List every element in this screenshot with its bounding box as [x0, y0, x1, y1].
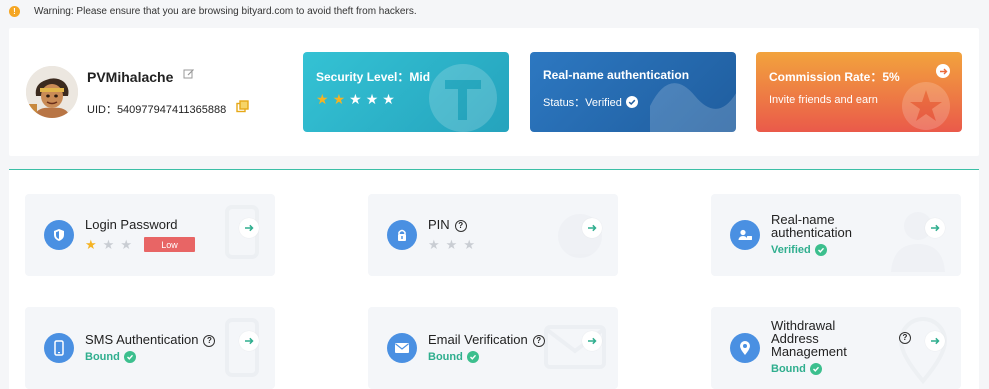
star-icon: ★: [445, 237, 458, 252]
security-settings-section: Login Password ★ ★ ★ Low PIN? ★ ★ ★ Real…: [9, 169, 979, 389]
tile-login-password[interactable]: Login Password ★ ★ ★ Low: [25, 194, 275, 276]
mail-icon: [387, 333, 417, 363]
uid-text: UID：540977947411365888: [87, 104, 227, 116]
profile-card: PVMihalache UID：540977947411365888 Secur…: [9, 28, 979, 156]
security-level-stars: ★ ★ ★ ★ ★: [316, 92, 395, 106]
status-text: Verified: [771, 244, 811, 256]
tile-pin[interactable]: PIN? ★ ★ ★: [368, 194, 618, 276]
tile-status: Bound: [428, 351, 479, 363]
star-icon: ★: [102, 237, 115, 252]
tile-status: Verified: [771, 244, 827, 256]
tile-title: PIN: [428, 217, 450, 232]
pin-strength-stars: ★ ★ ★: [428, 238, 475, 251]
tile-title-line2: authentication: [771, 225, 852, 240]
check-circle-icon: [123, 351, 136, 363]
arrow-right-icon: [931, 337, 940, 345]
login-password-arrow-button[interactable]: [239, 218, 259, 238]
copy-icon[interactable]: [236, 100, 249, 113]
arrow-right-icon: [939, 68, 947, 74]
password-strength-stars: ★ ★ ★: [85, 238, 132, 251]
warning-icon: !: [9, 5, 20, 17]
phone-watermark-icon: [225, 318, 259, 377]
check-circle-icon: [466, 351, 479, 363]
withdrawal-arrow-button[interactable]: [925, 331, 945, 351]
location-pin-icon: [730, 333, 760, 363]
star-icon: ★: [332, 91, 346, 107]
strength-badge: Low: [144, 237, 195, 252]
security-level-card[interactable]: Security Level：Mid ★ ★ ★ ★ ★: [303, 52, 509, 132]
arrow-right-icon: [931, 224, 940, 232]
phone-icon: [44, 333, 74, 363]
star-icon: ★: [85, 237, 97, 252]
realname-status-text: Status：Verified: [543, 97, 622, 109]
user-watermark-icon: [891, 212, 945, 272]
help-icon[interactable]: ?: [203, 335, 216, 347]
id-card-icon: [730, 220, 760, 250]
username: PVMihalache: [87, 69, 174, 85]
star-icon: ★: [382, 91, 395, 107]
shield-icon: [44, 220, 74, 250]
tile-title-row: PIN?: [428, 218, 467, 232]
email-arrow-button[interactable]: [582, 331, 602, 351]
location-watermark-icon: [898, 317, 948, 385]
commission-card-subtitle: Invite friends and earn: [769, 94, 878, 106]
arrow-right-icon: [588, 337, 597, 345]
commission-card[interactable]: Commission Rate：5% Invite friends and ea…: [756, 52, 962, 132]
tile-title: SMS Authentication: [85, 332, 199, 347]
star-icon: ★: [316, 91, 329, 107]
sms-arrow-button[interactable]: [239, 331, 259, 351]
pin-arrow-button[interactable]: [582, 218, 602, 238]
help-icon[interactable]: ?: [899, 332, 911, 344]
star-icon: ★: [120, 237, 132, 252]
tile-withdrawal-address-management[interactable]: Withdrawal Address Management ? Bound: [711, 307, 961, 389]
edit-icon[interactable]: [183, 68, 195, 80]
arrow-right-icon: [245, 224, 254, 232]
check-circle-icon: [809, 363, 822, 375]
avatar: [26, 66, 78, 118]
warning-bar: ! Warning: Please ensure that you are br…: [0, 0, 989, 22]
shield-watermark-icon: [429, 64, 497, 132]
realname-arrow-button[interactable]: [925, 218, 945, 238]
tile-title: Email Verification: [428, 332, 528, 347]
check-circle-icon: [625, 96, 638, 108]
star-icon: ★: [349, 91, 362, 107]
help-icon[interactable]: ?: [454, 220, 467, 232]
warning-text: Warning: Please ensure that you are brow…: [34, 5, 417, 17]
help-icon[interactable]: ?: [532, 335, 545, 347]
commission-arrow-button[interactable]: [936, 64, 950, 78]
tile-status: Bound: [771, 363, 822, 375]
realname-card-status: Status：Verified: [543, 94, 638, 110]
security-level-title: Security Level：Mid: [316, 70, 431, 84]
commission-card-title: Commission Rate：5%: [769, 70, 900, 84]
tile-title: Login Password: [85, 217, 178, 232]
status-text: Bound: [85, 351, 120, 363]
tile-title-row: Email Verification?: [428, 333, 545, 347]
arrow-right-icon: [245, 337, 254, 345]
tile-status: Bound: [85, 351, 136, 363]
realname-card[interactable]: Real-name authentication Status：Verified: [530, 52, 736, 132]
lock-icon: [387, 220, 417, 250]
status-text: Bound: [428, 351, 463, 363]
tile-email-verification[interactable]: Email Verification? Bound: [368, 307, 618, 389]
check-circle-icon: [814, 244, 827, 256]
tile-realname-authentication[interactable]: Real-name authentication Verified: [711, 194, 961, 276]
star-icon: ★: [365, 91, 379, 107]
status-text: Bound: [771, 363, 806, 375]
star-icon: ★: [463, 237, 475, 252]
tile-title-row: SMS Authentication?: [85, 332, 216, 347]
realname-card-title: Real-name authentication: [543, 68, 690, 82]
star-icon: ★: [428, 237, 440, 252]
tile-sms-authentication[interactable]: SMS Authentication? Bound: [25, 307, 275, 389]
arrow-right-icon: [588, 224, 597, 232]
tile-title-line3: Management: [771, 344, 847, 359]
